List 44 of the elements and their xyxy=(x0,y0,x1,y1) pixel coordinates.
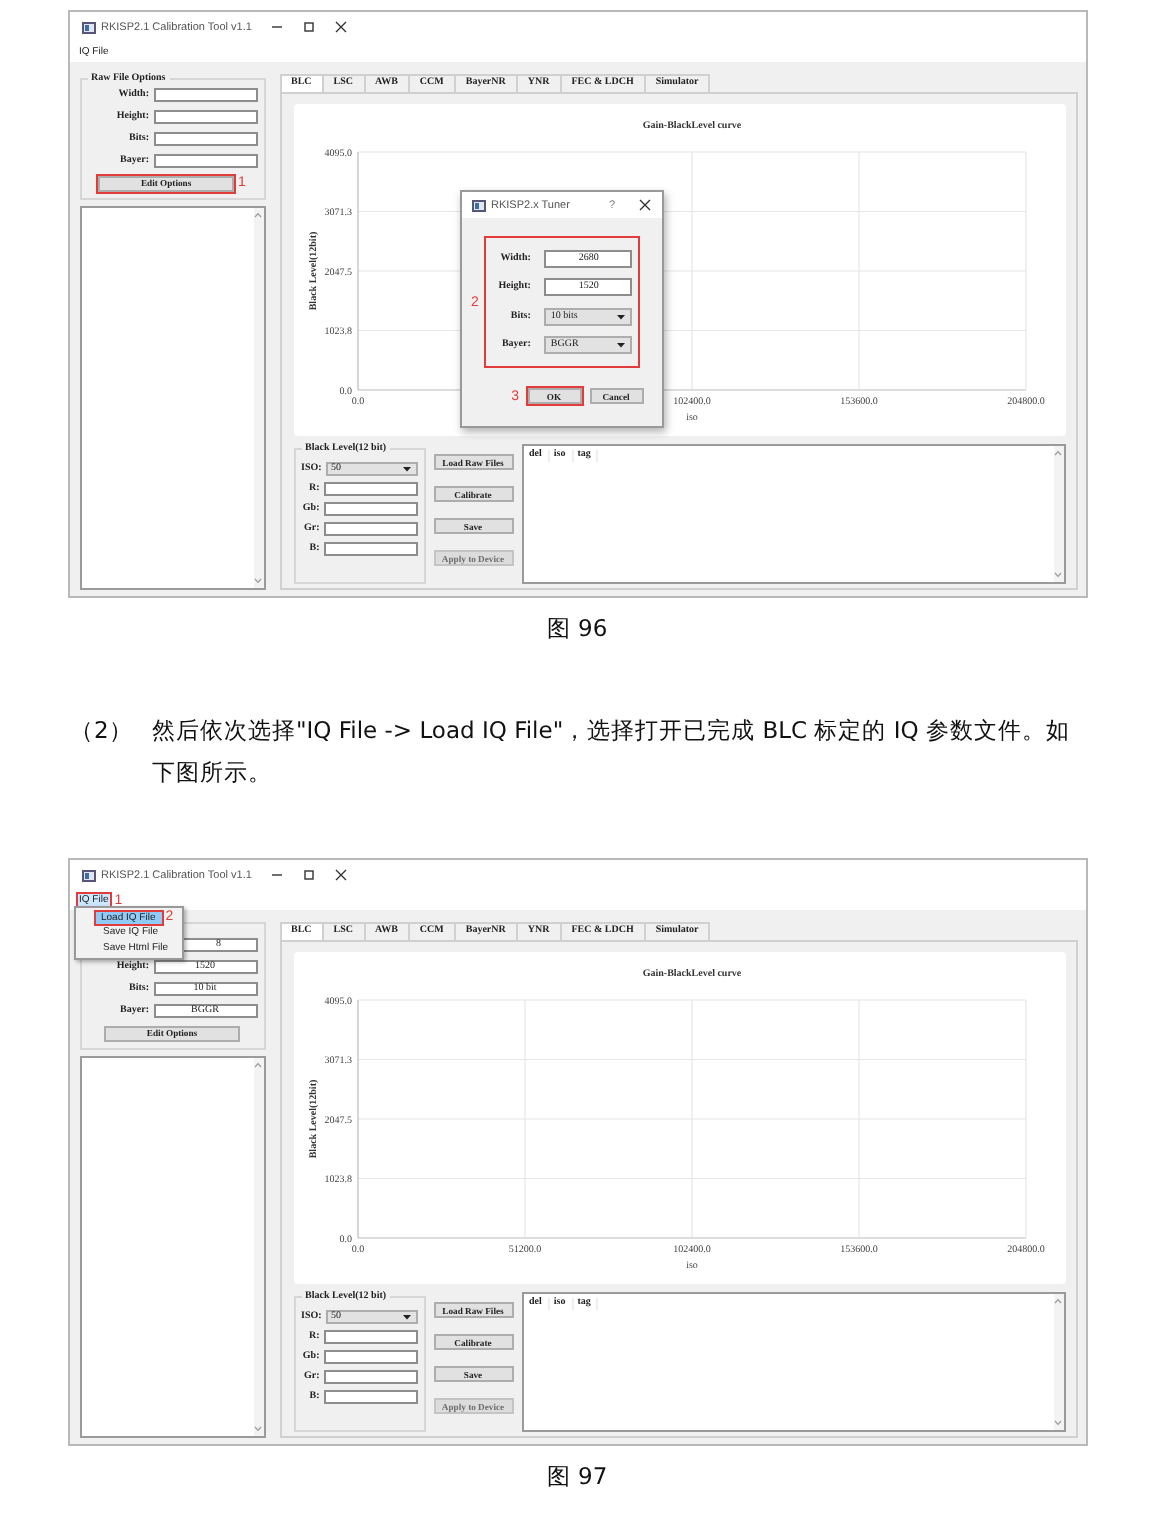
list-box[interactable] xyxy=(79,1056,265,1438)
scroll-up-icon[interactable] xyxy=(254,212,262,218)
caret-icon[interactable] xyxy=(616,313,627,320)
caret-icon[interactable] xyxy=(401,1313,411,1319)
input-field[interactable] xyxy=(323,501,417,515)
minimize-icon[interactable] xyxy=(269,20,284,34)
scrollbar[interactable] xyxy=(1053,1294,1063,1430)
scrollbar[interactable] xyxy=(253,208,263,588)
app-icon xyxy=(81,21,95,33)
scroll-down-icon[interactable] xyxy=(254,578,262,584)
input-field[interactable] xyxy=(323,1369,417,1383)
scroll-up-icon[interactable] xyxy=(1054,450,1062,456)
input-field[interactable] xyxy=(153,109,257,123)
input-field[interactable] xyxy=(153,131,257,145)
paragraph-text: 然后依次选择"IQ File -> Load IQ File"，选择打开已完成 BLC 标定的 IQ 参数文件。如下图所示。 xyxy=(152,714,1072,790)
input-field[interactable] xyxy=(323,1329,417,1343)
figure-caption: 图 97 xyxy=(546,1462,608,1492)
caret-icon[interactable] xyxy=(616,342,627,349)
close-icon[interactable] xyxy=(637,198,651,212)
input-field[interactable] xyxy=(323,521,417,535)
close-icon[interactable] xyxy=(333,20,348,34)
scrollbar[interactable] xyxy=(1053,446,1063,582)
input-field[interactable] xyxy=(323,1349,417,1363)
input-field[interactable] xyxy=(323,1389,417,1403)
figure-caption: 图 96 xyxy=(546,614,608,644)
input-field[interactable] xyxy=(323,541,417,555)
caret-icon[interactable] xyxy=(401,465,411,471)
minimize-icon[interactable] xyxy=(269,868,284,882)
maximize-icon[interactable] xyxy=(301,20,316,34)
scroll-down-icon[interactable] xyxy=(254,1426,262,1432)
input-field[interactable] xyxy=(153,153,257,167)
input-field[interactable] xyxy=(153,87,257,101)
scroll-up-icon[interactable] xyxy=(254,1062,262,1068)
scrollbar[interactable] xyxy=(253,1058,263,1436)
scroll-down-icon[interactable] xyxy=(1054,1420,1062,1426)
list-number: （2） xyxy=(70,714,135,748)
list-box[interactable] xyxy=(79,206,265,590)
close-icon[interactable] xyxy=(333,868,348,882)
maximize-icon[interactable] xyxy=(301,868,316,882)
input-field[interactable] xyxy=(323,481,417,495)
app-icon xyxy=(81,869,95,881)
app-icon xyxy=(471,199,485,211)
scroll-up-icon[interactable] xyxy=(1054,1298,1062,1304)
scroll-down-icon[interactable] xyxy=(1054,572,1062,578)
